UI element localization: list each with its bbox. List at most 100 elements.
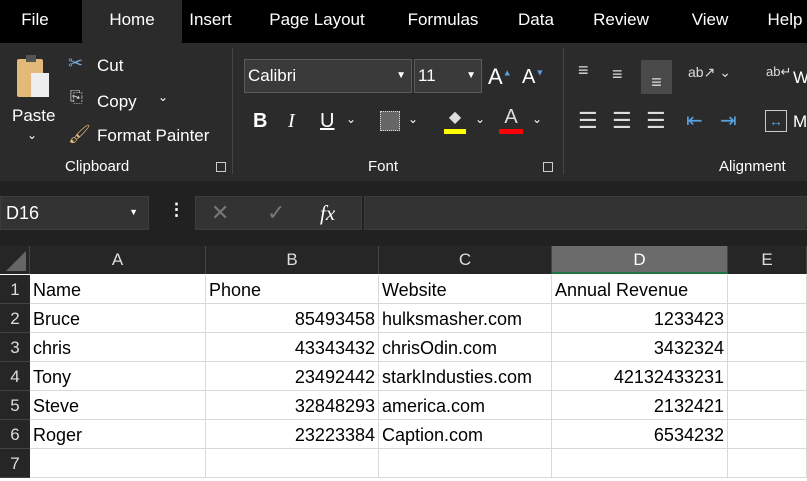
cell-A7[interactable]	[30, 449, 206, 478]
cell-B3[interactable]: 43343432	[206, 333, 379, 362]
borders-dropdown-icon[interactable]: ⌄	[408, 112, 418, 126]
decrease-indent-icon[interactable]: ⇤	[686, 108, 703, 133]
row-header-3[interactable]: 3	[0, 333, 30, 362]
row-header-5[interactable]: 5	[0, 391, 30, 420]
font-color-dropdown-icon[interactable]: ⌄	[532, 112, 542, 126]
cell-C5[interactable]: america.com	[379, 391, 552, 420]
cell-D2[interactable]: 1233423	[552, 304, 728, 333]
cell-A5[interactable]: Steve	[30, 391, 206, 420]
cell-C1[interactable]: Website	[379, 275, 552, 304]
cell-A6[interactable]: Roger	[30, 420, 206, 449]
align-right-icon[interactable]: ☰	[646, 108, 666, 134]
select-all-button[interactable]	[0, 246, 30, 274]
cell-B5[interactable]: 32848293	[206, 391, 379, 420]
cell-A4[interactable]: Tony	[30, 362, 206, 391]
paste-icon[interactable]	[14, 55, 54, 99]
format-painter-button[interactable]: Format Painter	[97, 126, 209, 146]
cell-E1[interactable]	[728, 275, 807, 304]
orientation-icon[interactable]: ab↗ ⌄	[688, 64, 731, 81]
tab-data[interactable]: Data	[503, 0, 569, 43]
copy-dropdown-icon[interactable]: ⌄	[158, 90, 168, 104]
clipboard-launcher-icon[interactable]	[216, 162, 226, 172]
cell-D1[interactable]: Annual Revenue	[552, 275, 728, 304]
tab-page-layout[interactable]: Page Layout	[257, 0, 377, 43]
paste-dropdown-icon[interactable]: ⌄	[27, 128, 37, 142]
cell-C3[interactable]: chrisOdin.com	[379, 333, 552, 362]
row-header-2[interactable]: 2	[0, 304, 30, 333]
row-header-7[interactable]: 7	[0, 449, 30, 478]
column-header-a[interactable]: A	[30, 246, 206, 274]
cell-D5[interactable]: 2132421	[552, 391, 728, 420]
cell-E5[interactable]	[728, 391, 807, 420]
paste-button[interactable]: Paste	[12, 106, 55, 126]
cell-B2[interactable]: 85493458	[206, 304, 379, 333]
cell-E7[interactable]	[728, 449, 807, 478]
cell-D4[interactable]: 42132433231	[552, 362, 728, 391]
cancel-icon[interactable]: ✕	[211, 200, 229, 226]
italic-button[interactable]: I	[288, 110, 295, 133]
borders-icon[interactable]	[380, 111, 400, 131]
cell-D3[interactable]: 3432324	[552, 333, 728, 362]
fill-color-dropdown-icon[interactable]: ⌄	[475, 112, 485, 126]
middle-align-icon[interactable]: ≡	[612, 64, 623, 85]
cell-A1[interactable]: Name	[30, 275, 206, 304]
column-header-b[interactable]: B	[206, 246, 379, 274]
increase-indent-icon[interactable]: ⇥	[720, 108, 737, 133]
formula-input[interactable]	[364, 196, 807, 230]
increase-font-icon[interactable]: A▲	[488, 64, 512, 90]
tab-home[interactable]: Home	[82, 0, 182, 43]
cut-button[interactable]: Cut	[97, 56, 123, 76]
wrap-text-button[interactable]: W	[793, 68, 807, 88]
bottom-align-icon[interactable]: ≡	[641, 60, 672, 94]
decrease-font-icon[interactable]: A▼	[522, 66, 544, 89]
align-center-icon[interactable]: ☰	[612, 108, 632, 134]
cell-D7[interactable]	[552, 449, 728, 478]
chevron-down-icon: ▼	[466, 70, 476, 81]
wrap-text-icon[interactable]: ab↵	[766, 64, 791, 80]
cell-E4[interactable]	[728, 362, 807, 391]
tab-review[interactable]: Review	[578, 0, 664, 43]
align-left-icon[interactable]: ☰	[578, 108, 598, 134]
tab-view[interactable]: View	[680, 0, 740, 43]
cell-D6[interactable]: 6534232	[552, 420, 728, 449]
cell-E3[interactable]	[728, 333, 807, 362]
tab-formulas[interactable]: Formulas	[393, 0, 493, 43]
more-options-icon[interactable]: ⋮	[168, 200, 185, 220]
row-header-4[interactable]: 4	[0, 362, 30, 391]
tab-insert[interactable]: Insert	[182, 0, 239, 43]
row-header-1[interactable]: 1	[0, 275, 30, 304]
cell-C4[interactable]: starkIndusties.com	[379, 362, 552, 391]
top-align-icon[interactable]: ≡	[578, 60, 589, 81]
column-header-d[interactable]: D	[552, 246, 728, 274]
cell-B6[interactable]: 23223384	[206, 420, 379, 449]
merge-button[interactable]: M	[793, 112, 807, 132]
column-header-e[interactable]: E	[728, 246, 807, 274]
cell-E6[interactable]	[728, 420, 807, 449]
column-header-c[interactable]: C	[379, 246, 552, 274]
enter-icon[interactable]: ✓	[267, 200, 285, 226]
underline-dropdown-icon[interactable]: ⌄	[346, 112, 356, 126]
cell-C6[interactable]: Caption.com	[379, 420, 552, 449]
cell-B7[interactable]	[206, 449, 379, 478]
tab-file[interactable]: File	[0, 0, 70, 43]
merge-icon[interactable]: ↔	[765, 110, 787, 132]
name-box[interactable]: D16 ▼	[0, 196, 149, 230]
font-size-select[interactable]: 11 ▼	[414, 59, 482, 93]
font-launcher-icon[interactable]	[543, 162, 553, 172]
fill-color-icon[interactable]: ◆	[444, 106, 466, 134]
copy-button[interactable]: Copy	[97, 92, 137, 112]
underline-button[interactable]: U	[320, 110, 334, 133]
cell-A3[interactable]: chris	[30, 333, 206, 362]
cell-C2[interactable]: hulksmasher.com	[379, 304, 552, 333]
row-header-6[interactable]: 6	[0, 420, 30, 449]
cell-B1[interactable]: Phone	[206, 275, 379, 304]
bold-button[interactable]: B	[253, 110, 267, 133]
insert-function-button[interactable]: fx	[320, 201, 335, 226]
tab-help[interactable]: Help	[750, 0, 807, 43]
cell-E2[interactable]	[728, 304, 807, 333]
font-color-icon[interactable]: A	[499, 106, 523, 134]
cell-B4[interactable]: 23492442	[206, 362, 379, 391]
cell-A2[interactable]: Bruce	[30, 304, 206, 333]
cell-C7[interactable]	[379, 449, 552, 478]
font-name-select[interactable]: Calibri ▼	[244, 59, 412, 93]
